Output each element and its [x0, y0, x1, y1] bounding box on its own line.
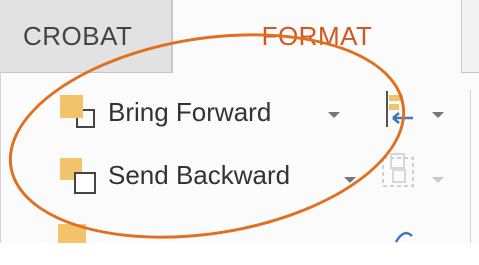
selection-pane-icon[interactable] — [56, 222, 90, 243]
bring-forward-icon — [60, 95, 95, 128]
send-backward-label: Send Backward — [108, 160, 291, 190]
align-dropdown-chevron-icon[interactable] — [432, 112, 444, 118]
bring-forward-label: Bring Forward — [108, 97, 272, 127]
bring-forward-button[interactable]: Bring Forward — [58, 89, 358, 135]
group-divider — [470, 90, 471, 243]
group-icon[interactable] — [379, 150, 423, 192]
tab-strip-edge — [462, 0, 479, 73]
tab-acrobat[interactable]: CROBAT — [0, 0, 172, 73]
send-backward-button[interactable]: Send Backward — [58, 152, 358, 198]
rotate-icon[interactable] — [392, 222, 416, 243]
ribbon-tab-strip: CROBAT FORMAT — [0, 0, 479, 73]
send-backward-icon — [60, 158, 96, 194]
align-icon[interactable] — [381, 90, 421, 130]
send-backward-dropdown-chevron-icon[interactable] — [344, 177, 356, 183]
group-dropdown-chevron-icon[interactable] — [432, 177, 444, 183]
tab-format[interactable]: FORMAT — [172, 0, 462, 73]
bring-forward-dropdown-chevron-icon[interactable] — [328, 112, 340, 118]
